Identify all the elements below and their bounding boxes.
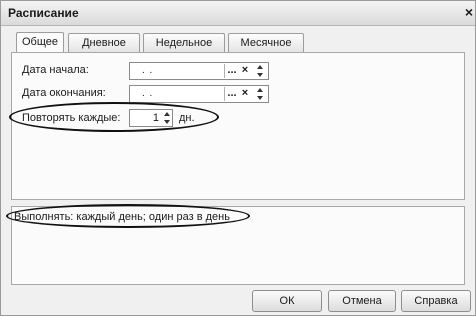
start-date-field[interactable]: . . ... × (129, 62, 269, 80)
start-date-spinner[interactable] (256, 64, 264, 78)
end-date-spinner[interactable] (256, 87, 264, 101)
general-tab-panel: Дата начала: . . ... × Дата окончания: .… (9, 52, 465, 200)
start-date-value: . . (142, 65, 154, 76)
help-button[interactable]: Справка (401, 290, 471, 312)
highlight-oval (9, 102, 219, 132)
end-date-field[interactable]: . . ... × (129, 85, 269, 103)
highlight-oval (6, 204, 250, 228)
title-bar: Расписание × (1, 1, 475, 26)
end-date-clear-icon[interactable]: × (239, 86, 251, 102)
tab-monthly[interactable]: Месячное (228, 33, 304, 52)
tab-daily[interactable]: Дневное (68, 33, 140, 52)
ok-button[interactable]: ОК (252, 290, 322, 312)
cancel-button[interactable]: Отмена (328, 290, 396, 312)
field-separator (224, 87, 225, 101)
end-date-label: Дата окончания: (22, 87, 106, 99)
start-date-clear-icon[interactable]: × (239, 63, 251, 79)
summary-panel: Выполнять: каждый день; один раз в день (6, 204, 465, 285)
tab-weekly[interactable]: Недельное (143, 33, 225, 52)
end-date-value: . . (142, 88, 154, 99)
close-icon[interactable]: × (465, 4, 473, 20)
start-date-choice-button[interactable]: ... (226, 63, 238, 79)
field-separator (224, 64, 225, 78)
tab-general[interactable]: Общее (16, 32, 64, 53)
end-date-choice-button[interactable]: ... (226, 86, 238, 102)
schedule-dialog: Расписание × Общее Дневное Недельное Мес… (0, 0, 476, 316)
start-date-label: Дата начала: (22, 64, 89, 76)
dialog-title: Расписание (8, 6, 79, 20)
